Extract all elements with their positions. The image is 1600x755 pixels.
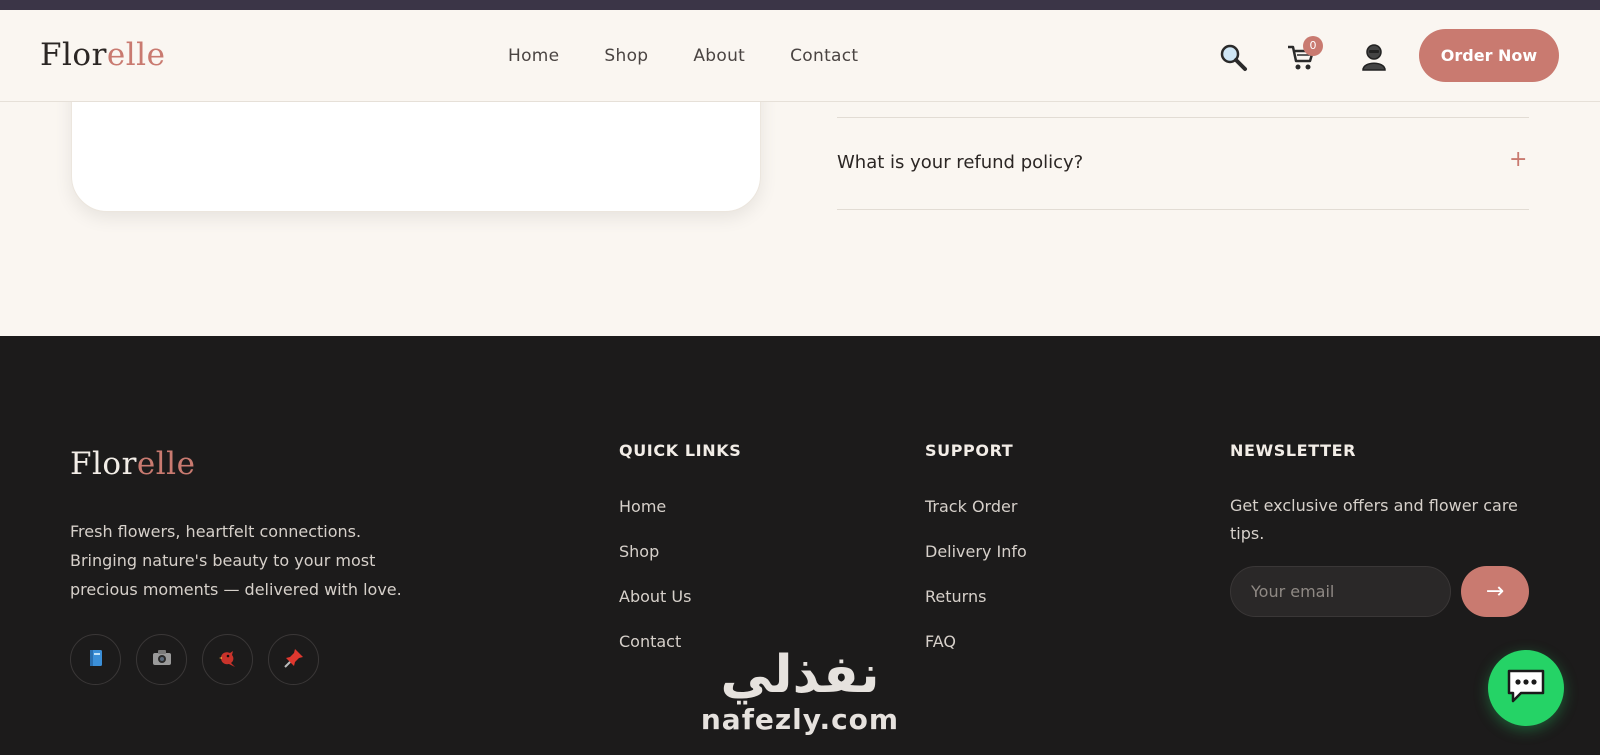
chat-bubble-icon — [1505, 667, 1547, 709]
watermark: نفذلي nafezly.com — [700, 646, 900, 736]
footer-logo[interactable]: Florelle — [70, 446, 195, 482]
social-links — [70, 634, 334, 685]
site-logo[interactable]: Florelle — [40, 37, 165, 73]
navbar: Florelle Home Shop About Contact 0 Order… — [0, 10, 1600, 102]
faq-question[interactable]: What is your refund policy? — [837, 152, 1083, 173]
footer-link-track-order[interactable]: Track Order — [925, 497, 1017, 516]
nav-shop[interactable]: Shop — [604, 46, 648, 66]
newsletter-title: NEWSLETTER — [1230, 441, 1357, 460]
faq-divider — [837, 209, 1529, 210]
newsletter-text: Get exclusive offers and flower care tip… — [1230, 496, 1518, 543]
pushpin-icon — [283, 647, 305, 673]
newsletter-submit-button[interactable]: → — [1461, 566, 1529, 617]
footer-tagline: Fresh flowers, heartfelt connections. Br… — [70, 522, 402, 599]
chat-button[interactable] — [1488, 650, 1564, 726]
main-nav: Home Shop About Contact — [508, 46, 903, 66]
user-icon[interactable] — [1359, 42, 1389, 72]
camera-icon — [151, 648, 173, 672]
footer-link-delivery-info[interactable]: Delivery Info — [925, 542, 1027, 561]
top-strip — [0, 0, 1600, 10]
support-title: SUPPORT — [925, 441, 1014, 460]
social-book[interactable] — [70, 634, 121, 685]
footer-link-faq[interactable]: FAQ — [925, 632, 956, 651]
quick-links-title: QUICK LINKS — [619, 441, 742, 460]
faq-expand-icon[interactable]: + — [1509, 147, 1527, 172]
social-pushpin[interactable] — [268, 634, 319, 685]
logo-part-2: elle — [136, 446, 196, 482]
watermark-arabic: نفذلي — [720, 645, 880, 705]
bird-icon — [217, 647, 239, 673]
watermark-latin: nafezly.com — [700, 703, 900, 736]
nav-about[interactable]: About — [693, 46, 745, 66]
footer-link-returns[interactable]: Returns — [925, 587, 986, 606]
faq-divider — [837, 117, 1529, 118]
cart-count-badge: 0 — [1303, 36, 1323, 56]
book-icon — [86, 648, 106, 672]
social-bird[interactable] — [202, 634, 253, 685]
logo-part-1: Flor — [70, 446, 137, 482]
logo-part-1: Flor — [40, 37, 107, 73]
order-now-button[interactable]: Order Now — [1419, 29, 1559, 82]
footer-link-shop[interactable]: Shop — [619, 542, 659, 561]
footer-link-home[interactable]: Home — [619, 497, 666, 516]
footer-link-contact[interactable]: Contact — [619, 632, 681, 651]
footer-link-about[interactable]: About Us — [619, 587, 691, 606]
nav-home[interactable]: Home — [508, 46, 559, 66]
search-icon[interactable] — [1218, 42, 1248, 72]
faq-section: What is your refund policy? + — [0, 62, 1600, 336]
nav-contact[interactable]: Contact — [790, 46, 858, 66]
social-camera[interactable] — [136, 634, 187, 685]
logo-part-2: elle — [106, 37, 166, 73]
email-input[interactable] — [1230, 566, 1451, 617]
